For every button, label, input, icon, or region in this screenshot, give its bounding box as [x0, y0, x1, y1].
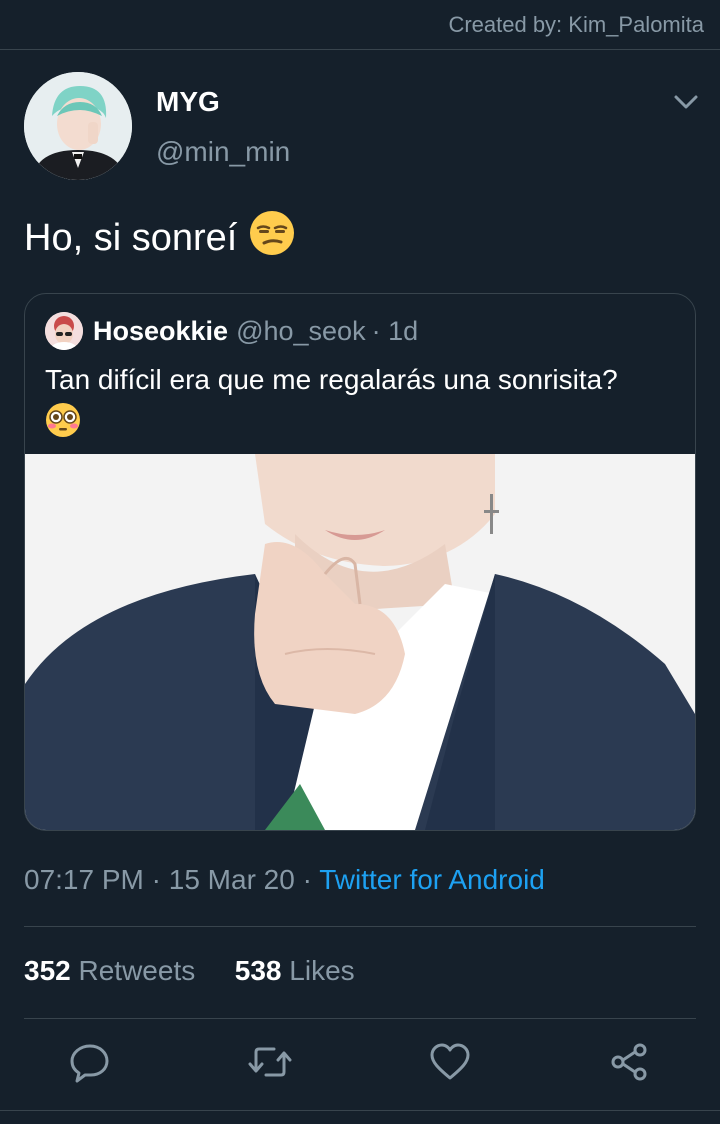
likes-label: Likes: [289, 955, 355, 986]
retweets-count: 352: [24, 955, 71, 986]
author-display-name[interactable]: MYG: [156, 86, 220, 118]
retweets-stat[interactable]: 352 Retweets: [24, 955, 203, 986]
heart-icon[interactable]: [428, 1040, 472, 1084]
quoted-tweet-header: Hoseokkie @ho_seok · 1d: [45, 312, 418, 350]
quoted-tweet-body: Tan difícil era que me regalarás una son…: [45, 364, 618, 395]
quoted-author-handle[interactable]: @ho_seok: [236, 316, 366, 347]
engagement-stats: 352 Retweets 538 Likes: [24, 955, 355, 987]
divider: [0, 49, 720, 50]
divider: [0, 1110, 720, 1111]
divider: [24, 1018, 696, 1019]
tweet-action-bar: [0, 1040, 720, 1086]
quoted-author-avatar[interactable]: [45, 312, 83, 350]
likes-count: 538: [234, 955, 282, 986]
quoted-author-name[interactable]: Hoseokkie: [93, 316, 228, 347]
share-icon[interactable]: [608, 1040, 652, 1084]
tweet-body: Ho, si sonreí: [24, 216, 238, 259]
quoted-tweet-photo[interactable]: [25, 454, 695, 830]
unamused-face-emoji-icon: [249, 210, 295, 266]
retweets-label: Retweets: [78, 955, 196, 986]
quoted-tweet-text: Tan difícil era que me regalarás una son…: [45, 362, 665, 448]
tweet-date: · 15 Mar 20 ·: [151, 864, 312, 895]
reply-icon[interactable]: [68, 1040, 112, 1084]
tweet-text: Ho, si sonreí: [24, 210, 295, 266]
tweet-time: 07:17 PM: [24, 864, 144, 895]
author-avatar[interactable]: [24, 72, 132, 180]
creator-credit: Created by: Kim_Palomita: [448, 12, 704, 37]
author-handle[interactable]: @min_min: [156, 136, 290, 168]
retweet-icon[interactable]: [248, 1040, 292, 1084]
quoted-tweet-age: · 1d: [371, 315, 419, 346]
tweet-source-link[interactable]: Twitter for Android: [319, 864, 545, 895]
chevron-down-icon[interactable]: [672, 90, 700, 114]
tweet-timestamp: 07:17 PM · 15 Mar 20 · Twitter for Andro…: [24, 864, 545, 896]
quoted-tweet-card[interactable]: Hoseokkie @ho_seok · 1d Tan difícil era …: [24, 293, 696, 831]
flushed-face-emoji-icon: [45, 402, 81, 447]
likes-stat[interactable]: 538 Likes: [235, 955, 355, 986]
divider: [24, 926, 696, 927]
